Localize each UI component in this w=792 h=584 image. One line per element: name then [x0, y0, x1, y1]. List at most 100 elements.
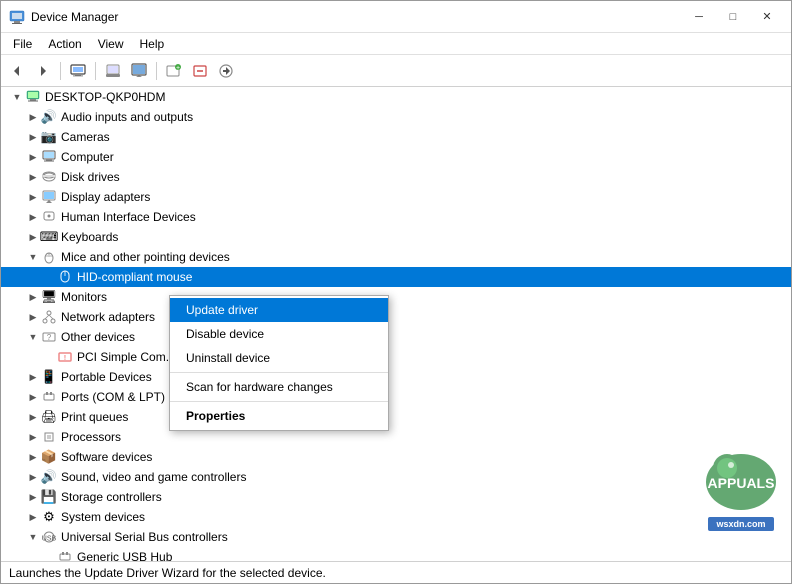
tree-item-ports[interactable]: ▶ Ports (COM & LPT) [1, 387, 791, 407]
expand-icon: ▶ [25, 189, 41, 205]
tree-item-root[interactable]: ▼ DESKTOP-QKP0HDM [1, 87, 791, 107]
device-manager-window: Device Manager ─ □ ✕ File Action View He… [0, 0, 792, 584]
expand-icon: ▶ [25, 469, 41, 485]
expand-icon: ▶ [25, 409, 41, 425]
ctx-update-driver[interactable]: Update driver [170, 298, 388, 322]
camera-icon: 📷 [41, 129, 57, 145]
usb-icon: USB [41, 529, 57, 545]
tree-item-sound[interactable]: ▶ 🔊 Sound, video and game controllers [1, 467, 791, 487]
toolbar-sep-2 [95, 62, 96, 80]
tree-item-computer[interactable]: ▶ Computer [1, 147, 791, 167]
tree-item-print[interactable]: ▶ 🖨 Print queues [1, 407, 791, 427]
toolbar-computer[interactable] [66, 59, 90, 83]
tree-item-usb-hub1[interactable]: ▶ Generic USB Hub [1, 547, 791, 561]
tree-item-processors[interactable]: ▶ Processors [1, 427, 791, 447]
print-label: Print queues [61, 410, 128, 424]
menu-bar: File Action View Help [1, 33, 791, 55]
toolbar-back[interactable] [5, 59, 29, 83]
hid-icon [41, 209, 57, 225]
watermark: APPUALS wsxdn.com [701, 440, 781, 531]
tree-item-other[interactable]: ▼ ? Other devices [1, 327, 791, 347]
toolbar-remove[interactable] [188, 59, 212, 83]
svg-text:APPUALS: APPUALS [708, 475, 775, 491]
pci-label: PCI Simple Com... [77, 350, 176, 364]
context-menu: Update driver Disable device Uninstall d… [169, 295, 389, 431]
disk-label: Disk drives [61, 170, 120, 184]
tree-item-audio[interactable]: ▶ 🔊 Audio inputs and outputs [1, 107, 791, 127]
tree-item-hid[interactable]: ▶ Human Interface Devices [1, 207, 791, 227]
expand-icon: ▶ [25, 109, 41, 125]
keyboard-icon: ⌨ [41, 229, 57, 245]
root-label: DESKTOP-QKP0HDM [45, 90, 165, 104]
tree-item-disk[interactable]: ▶ Disk drives [1, 167, 791, 187]
system-label: System devices [61, 510, 145, 524]
minimize-button[interactable]: ─ [683, 4, 715, 30]
svg-text:USB: USB [42, 536, 56, 543]
computer-icon2 [41, 149, 57, 165]
mouse-icon [57, 269, 73, 285]
toolbar-monitor[interactable] [127, 59, 151, 83]
expand-icon: ▶ [25, 209, 41, 225]
keyboards-label: Keyboards [61, 230, 118, 244]
expand-icon: ▼ [25, 529, 41, 545]
toolbar-forward[interactable] [31, 59, 55, 83]
usb-hub1-label: Generic USB Hub [77, 550, 172, 561]
content-area: ▼ DESKTOP-QKP0HDM ▶ 🔊 Audio inputs and o… [1, 87, 791, 561]
tree-item-system[interactable]: ▶ ⚙ System devices [1, 507, 791, 527]
svg-text:+: + [176, 65, 180, 72]
menu-action[interactable]: Action [40, 35, 89, 53]
menu-file[interactable]: File [5, 35, 40, 53]
tree-item-mice[interactable]: ▼ Mice and other pointing devices [1, 247, 791, 267]
portable-label: Portable Devices [61, 370, 152, 384]
processors-label: Processors [61, 430, 121, 444]
tree-item-storage[interactable]: ▶ 💾 Storage controllers [1, 487, 791, 507]
network-label: Network adapters [61, 310, 155, 324]
ctx-properties[interactable]: Properties [170, 404, 388, 428]
ports-icon [41, 389, 57, 405]
monitors-icon: 🖥 [41, 289, 57, 305]
tree-item-keyboards[interactable]: ▶ ⌨ Keyboards [1, 227, 791, 247]
menu-help[interactable]: Help [132, 35, 173, 53]
display-icon [41, 189, 57, 205]
expand-icon: ▶ [25, 369, 41, 385]
tree-item-cameras[interactable]: ▶ 📷 Cameras [1, 127, 791, 147]
expand-icon: ▶ [25, 489, 41, 505]
toolbar-update[interactable] [214, 59, 238, 83]
expand-icon: ▶ [25, 309, 41, 325]
expand-icon: ▼ [9, 89, 25, 105]
mice-icon [41, 249, 57, 265]
menu-view[interactable]: View [90, 35, 132, 53]
window-icon [9, 9, 25, 25]
ctx-separator-1 [170, 372, 388, 373]
ports-label: Ports (COM & LPT) [61, 390, 165, 404]
toolbar-help[interactable] [101, 59, 125, 83]
tree-item-display[interactable]: ▶ Display adapters [1, 187, 791, 207]
expand-icon: ▶ [25, 389, 41, 405]
maximize-button[interactable]: □ [717, 4, 749, 30]
tree-item-software[interactable]: ▶ 📦 Software devices [1, 447, 791, 467]
tree-item-hid-mouse[interactable]: ▶ HID-compliant mouse [1, 267, 791, 287]
ctx-uninstall[interactable]: Uninstall device [170, 346, 388, 370]
tree-item-pci[interactable]: ▶ ! PCI Simple Com... [1, 347, 791, 367]
software-label: Software devices [61, 450, 152, 464]
close-button[interactable]: ✕ [751, 4, 783, 30]
ctx-disable[interactable]: Disable device [170, 322, 388, 346]
status-bar: Launches the Update Driver Wizard for th… [1, 561, 791, 583]
processor-icon [41, 429, 57, 445]
device-tree[interactable]: ▼ DESKTOP-QKP0HDM ▶ 🔊 Audio inputs and o… [1, 87, 791, 561]
system-icon: ⚙ [41, 509, 57, 525]
other-label: Other devices [61, 330, 135, 344]
toolbar-add[interactable]: + [162, 59, 186, 83]
expand-icon: ▶ [25, 449, 41, 465]
expand-icon: ▶ [25, 429, 41, 445]
pci-icon: ! [57, 349, 73, 365]
portable-icon: 📱 [41, 369, 57, 385]
ctx-scan[interactable]: Scan for hardware changes [170, 375, 388, 399]
disk-icon [41, 169, 57, 185]
tree-item-portable[interactable]: ▶ 📱 Portable Devices [1, 367, 791, 387]
tree-item-monitors[interactable]: ▶ 🖥 Monitors [1, 287, 791, 307]
tree-item-usb[interactable]: ▼ USB Universal Serial Bus controllers [1, 527, 791, 547]
tree-item-network[interactable]: ▶ Network adapters [1, 307, 791, 327]
title-bar: Device Manager ─ □ ✕ [1, 1, 791, 33]
hid-label: Human Interface Devices [61, 210, 196, 224]
